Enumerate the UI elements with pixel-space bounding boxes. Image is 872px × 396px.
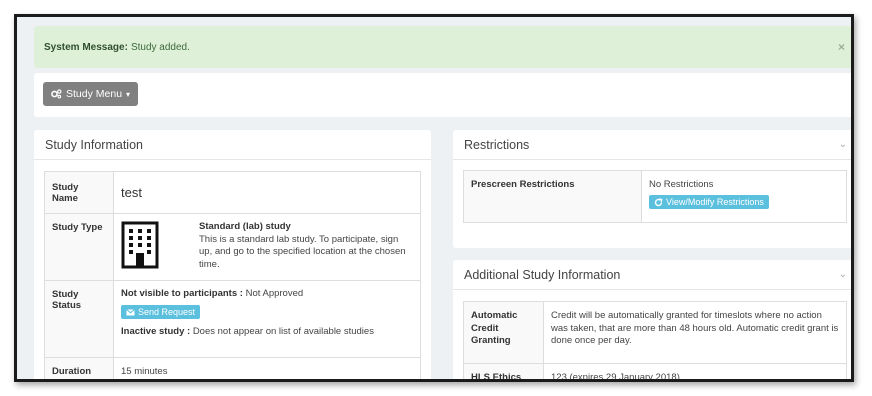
study-menu-label: Study Menu (66, 88, 123, 100)
system-message-alert: System Message: Study added. × (34, 26, 851, 68)
restrictions-panel: Restrictions ⌄ Prescreen Restrictions No… (453, 130, 851, 248)
panel-title-additional: Additional Study Information ⌄ (453, 260, 851, 290)
chevron-down-icon: ▾ (126, 89, 131, 99)
browser-frame: System Message: Study added. × Study Men… (14, 14, 854, 382)
visible-value: Not Approved (245, 288, 304, 299)
table-row: HLS Ethics 123 (expires 29 January 2018) (463, 363, 847, 379)
hls-ethics-label: HLS Ethics (463, 363, 544, 379)
study-name-value: test (113, 171, 421, 214)
refresh-icon (654, 197, 663, 206)
envelope-icon (126, 308, 135, 315)
send-request-label: Send Request (138, 307, 196, 317)
chevron-down-icon[interactable]: ⌄ (839, 269, 847, 280)
panel-title-restrictions: Restrictions ⌄ (453, 130, 851, 160)
alert-label: System Message: (44, 41, 128, 53)
send-request-button[interactable]: Send Request (121, 305, 201, 319)
table-row: Prescreen Restrictions No Restrictions V… (463, 170, 847, 223)
prescreen-value: No Restrictions (649, 179, 714, 190)
additional-study-information-panel: Additional Study Information ⌄ Automatic… (453, 260, 851, 379)
chevron-down-icon[interactable]: ⌄ (839, 139, 847, 150)
study-status-label: Study Status (44, 280, 114, 358)
prescreen-label: Prescreen Restrictions (463, 170, 642, 223)
additional-info-table: Automatic Credit Granting Credit will be… (463, 301, 847, 379)
study-name-label: Study Name (44, 171, 114, 214)
table-row: Study Name test (44, 171, 421, 214)
study-menu-button[interactable]: Study Menu ▾ (43, 82, 139, 106)
table-row: Study Type Standard (lab) study This is … (44, 213, 421, 281)
table-row: Duration 15 minutes (44, 357, 421, 379)
restrictions-title: Restrictions (464, 137, 530, 152)
table-row: Automatic Credit Granting Credit will be… (463, 301, 847, 364)
view-modify-restrictions-label: View/Modify Restrictions (666, 197, 764, 207)
restrictions-table: Prescreen Restrictions No Restrictions V… (463, 170, 847, 223)
duration-value: 15 minutes (113, 357, 421, 379)
hls-ethics-value: 123 (expires 29 January 2018) (543, 363, 847, 379)
additional-title: Additional Study Information (464, 267, 621, 282)
study-type-description: This is a standard lab study. To partici… (199, 233, 406, 270)
duration-label: Duration (44, 357, 114, 379)
building-icon (121, 221, 199, 272)
close-icon[interactable]: × (838, 40, 845, 54)
view-modify-restrictions-button[interactable]: View/Modify Restrictions (649, 195, 769, 209)
gears-icon (51, 89, 62, 99)
visible-label: Not visible to participants : (121, 288, 243, 299)
study-info-table: Study Name test Study Type Standard (lab… (44, 171, 421, 379)
inactive-label: Inactive study : (121, 326, 191, 337)
panel-title-study-information: Study Information (34, 130, 431, 160)
auto-credit-label: Automatic Credit Granting (463, 301, 544, 364)
study-information-panel: Study Information Study Name test Study … (34, 130, 431, 379)
table-row: Study Status Not visible to participants… (44, 280, 421, 358)
study-type-label: Study Type (44, 213, 114, 281)
study-type-title: Standard (lab) study (199, 221, 291, 232)
alert-text: Study added. (130, 41, 190, 53)
study-menu-bar: Study Menu ▾ (34, 73, 851, 117)
auto-credit-value: Credit will be automatically granted for… (543, 301, 847, 364)
inactive-value: Does not appear on list of available stu… (192, 326, 374, 337)
